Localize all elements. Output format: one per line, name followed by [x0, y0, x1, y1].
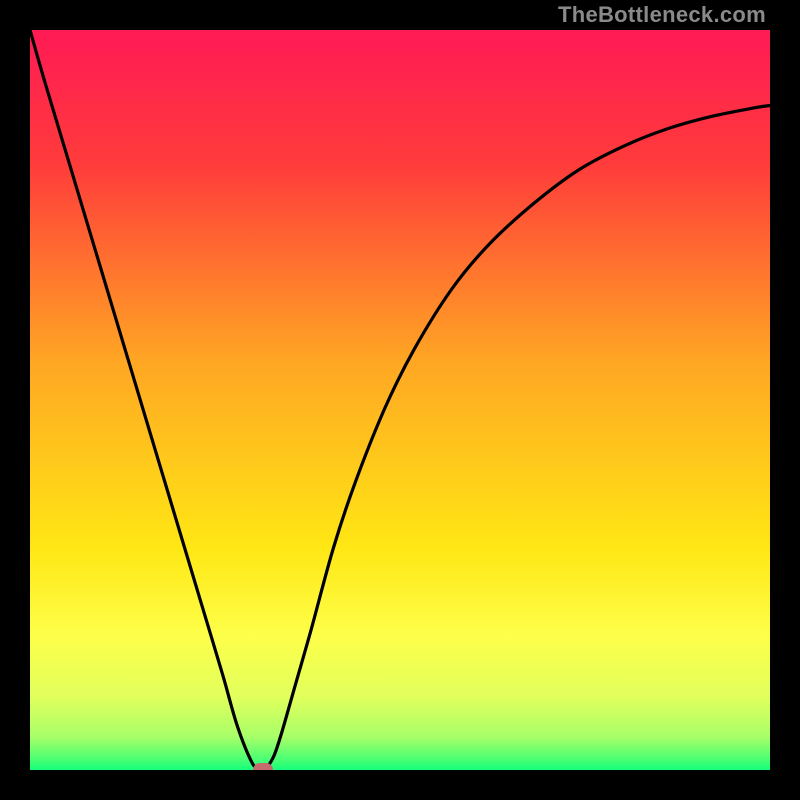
bottleneck-curve — [30, 30, 770, 770]
optimum-marker — [253, 763, 273, 770]
chart-frame — [30, 30, 770, 770]
plot-area — [30, 30, 770, 770]
watermark-text: TheBottleneck.com — [558, 2, 766, 28]
